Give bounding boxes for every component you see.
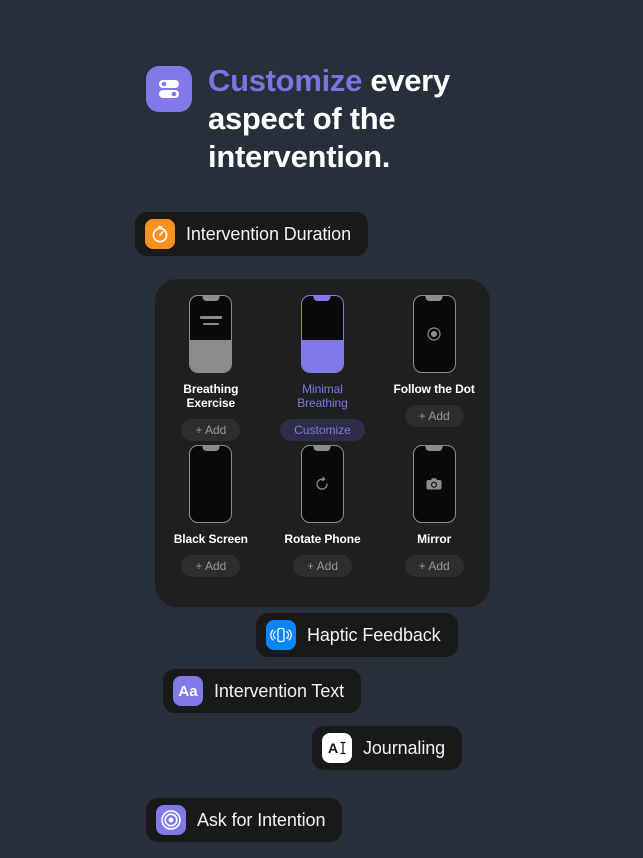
page-title-accent: Customize bbox=[208, 63, 363, 98]
toggles-icon bbox=[146, 66, 192, 112]
feature-pill-label: Intervention Duration bbox=[186, 223, 351, 244]
add-button[interactable]: + Add bbox=[404, 405, 464, 427]
intervention-options-card: Breathing Exercise + Add Minimal Breathi… bbox=[155, 279, 490, 607]
phone-preview-dot bbox=[412, 295, 456, 373]
add-button[interactable]: + Add bbox=[292, 555, 352, 577]
phone-fill bbox=[301, 340, 343, 372]
intervention-cell-rotate-phone[interactable]: Rotate Phone + Add bbox=[267, 445, 379, 577]
intervention-cell-mirror[interactable]: Mirror + Add bbox=[378, 445, 490, 577]
page-title: Customize every aspect of the interventi… bbox=[208, 62, 546, 176]
intervention-label: Rotate Phone bbox=[284, 532, 361, 546]
phone-fill bbox=[190, 340, 232, 372]
intervention-grid: Breathing Exercise + Add Minimal Breathi… bbox=[155, 295, 490, 577]
phone-notch bbox=[202, 446, 220, 451]
phone-preview-rotate bbox=[300, 445, 344, 523]
dot-icon bbox=[426, 326, 442, 342]
phone-preview-breathing-bars bbox=[189, 295, 233, 373]
breathing-bar-bottom bbox=[202, 323, 219, 325]
intervention-cell-black-screen[interactable]: Black Screen + Add bbox=[155, 445, 267, 577]
feature-pill-label: Haptic Feedback bbox=[307, 624, 441, 645]
vibrate-phone-icon bbox=[266, 620, 296, 650]
aa-text-icon: Aa bbox=[173, 676, 203, 706]
feature-pill-label: Intervention Text bbox=[214, 680, 345, 701]
target-icon bbox=[156, 805, 186, 835]
phone-preview-blank bbox=[189, 445, 233, 523]
intervention-cell-follow-the-dot[interactable]: Follow the Dot + Add bbox=[378, 295, 490, 441]
feature-pill-label: Ask for Intention bbox=[197, 809, 326, 830]
rotate-icon bbox=[314, 476, 330, 492]
phone-notch bbox=[313, 296, 331, 301]
intervention-label: Minimal Breathing bbox=[297, 382, 348, 410]
breathing-bar-top bbox=[199, 316, 222, 319]
camera-icon bbox=[425, 476, 443, 492]
intervention-label: Breathing Exercise bbox=[183, 382, 239, 410]
feature-pill-intervention-duration[interactable]: Intervention Duration bbox=[135, 212, 368, 256]
phone-notch bbox=[202, 296, 220, 301]
intervention-cell-breathing-exercise[interactable]: Breathing Exercise + Add bbox=[155, 295, 267, 441]
customize-button[interactable]: Customize bbox=[280, 419, 365, 441]
add-button[interactable]: + Add bbox=[404, 555, 464, 577]
feature-pill-intervention-text[interactable]: Aa Intervention Text bbox=[163, 669, 362, 713]
feature-pill-haptic-feedback[interactable]: Haptic Feedback bbox=[256, 613, 458, 657]
phone-notch bbox=[313, 446, 331, 451]
svg-text:A: A bbox=[328, 740, 338, 756]
feature-pill-ask-for-intention[interactable]: Ask for Intention bbox=[146, 798, 343, 842]
feature-pill-label: Journaling bbox=[363, 737, 446, 758]
phone-notch bbox=[425, 446, 443, 451]
text-cursor-icon: A bbox=[322, 733, 352, 763]
feature-pill-journaling[interactable]: A Journaling bbox=[312, 726, 463, 770]
intervention-cell-minimal-breathing[interactable]: Minimal Breathing Customize bbox=[267, 295, 379, 441]
aa-text-glyph: Aa bbox=[178, 682, 198, 700]
add-button[interactable]: + Add bbox=[181, 555, 241, 577]
phone-notch bbox=[425, 296, 443, 301]
intervention-label: Black Screen bbox=[173, 532, 248, 546]
timer-icon bbox=[145, 219, 175, 249]
intervention-label: Mirror bbox=[417, 532, 452, 546]
intervention-label: Follow the Dot bbox=[393, 382, 475, 396]
phone-preview-minimal-fill bbox=[300, 295, 344, 373]
phone-preview-camera bbox=[412, 445, 456, 523]
add-button[interactable]: + Add bbox=[181, 419, 241, 441]
page-header: Customize every aspect of the interventi… bbox=[146, 62, 546, 176]
